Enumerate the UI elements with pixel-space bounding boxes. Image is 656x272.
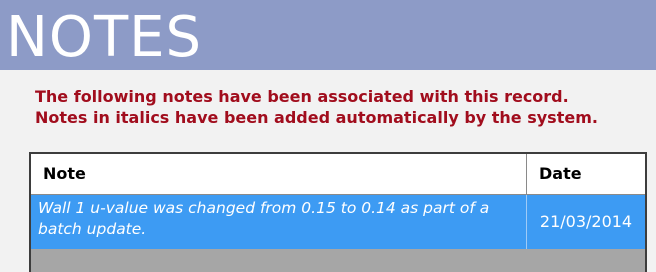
column-header-date[interactable]: Date	[527, 154, 645, 194]
header-band: NOTES	[0, 0, 656, 70]
date-cell[interactable]: 21/03/2014	[527, 195, 645, 249]
intro-line-2: Notes in italics have been added automat…	[35, 108, 598, 127]
column-header-note[interactable]: Note	[31, 154, 527, 194]
intro-line-1: The following notes have been associated…	[35, 87, 569, 106]
notes-page: NOTES The following notes have been asso…	[0, 0, 656, 272]
table-header: Note Date	[31, 154, 645, 195]
table-row[interactable]: Wall 1 u-value was changed from 0.15 to …	[31, 195, 645, 249]
page-title: NOTES	[6, 5, 203, 70]
note-cell[interactable]: Wall 1 u-value was changed from 0.15 to …	[31, 195, 527, 249]
notes-table[interactable]: Note Date Wall 1 u-value was changed fro…	[29, 152, 647, 272]
intro-text: The following notes have been associated…	[35, 86, 655, 128]
